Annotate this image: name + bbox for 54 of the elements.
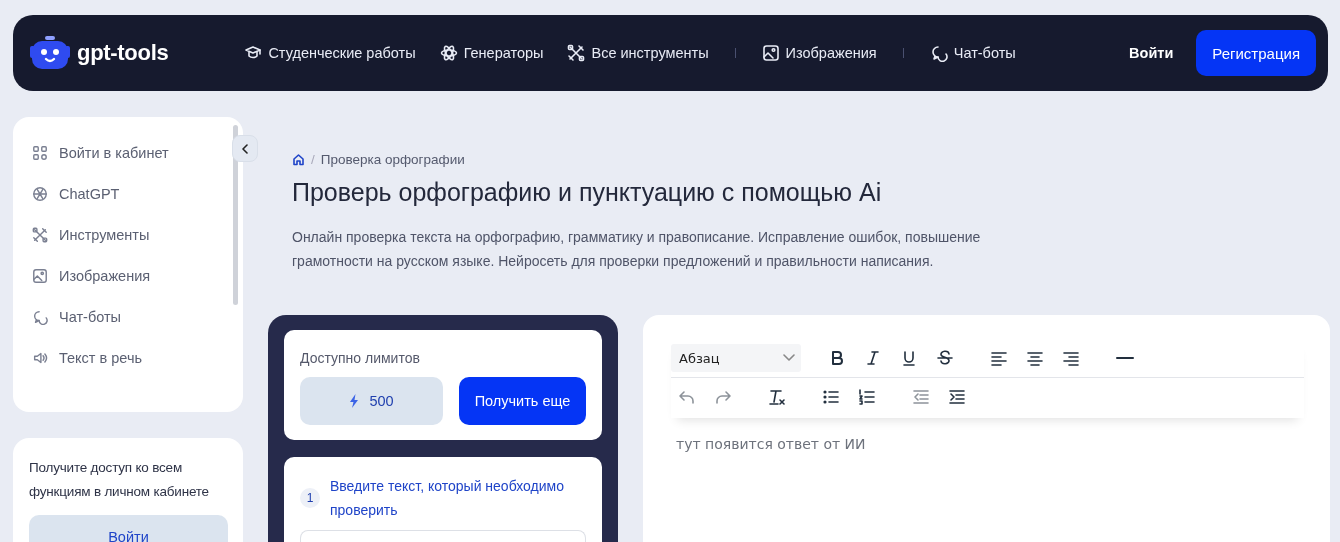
promo-text: Получите доступ ко всем функциям в личном кабинете [29, 459, 210, 501]
page-title: Проверь орфографию и пунктуацию с помощью Ai [292, 178, 883, 207]
clear-format-icon [768, 388, 786, 406]
image-icon [32, 268, 48, 284]
undo-icon [678, 388, 696, 406]
step-text: Введите текст, который необходимо проверить [330, 477, 565, 520]
align-right-icon [1062, 349, 1080, 367]
get-more-button[interactable]: Получить еще [459, 377, 586, 425]
sidebar-item[interactable]: Изображения [32, 266, 227, 286]
login-button[interactable]: Войти [29, 515, 228, 542]
bulleted-list-icon [822, 388, 840, 406]
sidebar-item[interactable]: Инструменты [32, 225, 227, 245]
align-center-icon [1026, 349, 1044, 367]
nav-link[interactable]: Чат-боты [929, 44, 1016, 62]
limits-counter: 500 [300, 377, 443, 425]
lightning-icon [349, 394, 360, 408]
breadcrumb-current: Проверка орфографии [320, 152, 465, 167]
sidebar-item[interactable]: Войти в кабинет [32, 143, 227, 163]
login-link[interactable]: Войти [1129, 45, 1174, 61]
nav-link[interactable]: Изображения [761, 44, 877, 62]
underline-icon [900, 349, 918, 367]
step-number: 1 [300, 488, 320, 508]
sidebar-item[interactable]: ChatGPT [32, 184, 227, 204]
speaker-icon [32, 350, 48, 366]
align-left-icon [990, 349, 1008, 367]
sidebar-item[interactable]: Чат-боты [32, 307, 227, 327]
collapse-button[interactable] [232, 135, 258, 162]
numbered-list-icon [858, 388, 876, 406]
atom-icon [439, 44, 458, 62]
breadcrumb-separator: / [311, 152, 315, 167]
tools-icon [32, 227, 48, 243]
redo-icon [714, 388, 732, 406]
nav-link[interactable]: Генераторы [439, 44, 544, 62]
home-icon [292, 153, 305, 166]
sidebar-item[interactable]: Текст в речь [32, 348, 227, 368]
chevron-down-icon [783, 354, 795, 362]
logo-text[interactable]: gpt-tools [77, 40, 169, 66]
image-icon [761, 44, 780, 62]
register-button[interactable]: Регистрация [1196, 30, 1316, 76]
page-description: Онлайн проверка текста на орфографию, грамматику и правописание. Исправление ошибок, повышение грамотности на русском языке. Нейросеть для проверки предложений и правильности написания. [292, 228, 982, 271]
grid-icon [32, 145, 48, 161]
outdent-icon [912, 388, 930, 406]
format-dropdown[interactable]: Абзац [671, 344, 801, 372]
tools-icon [567, 44, 586, 62]
horizontal-rule-icon [1116, 357, 1134, 359]
strikethrough-icon [936, 349, 954, 367]
editor-text-area[interactable]: тут появится ответ от ИИ [671, 418, 1304, 452]
indent-icon [948, 388, 966, 406]
chevron-left-icon [241, 143, 249, 154]
italic-icon [864, 349, 882, 367]
nav-link[interactable]: Студенческие работы [244, 44, 416, 62]
nav-link[interactable]: Все инструменты [567, 44, 709, 62]
limits-label: Доступно лимитов [300, 350, 421, 366]
robot-logo-icon [29, 35, 71, 71]
